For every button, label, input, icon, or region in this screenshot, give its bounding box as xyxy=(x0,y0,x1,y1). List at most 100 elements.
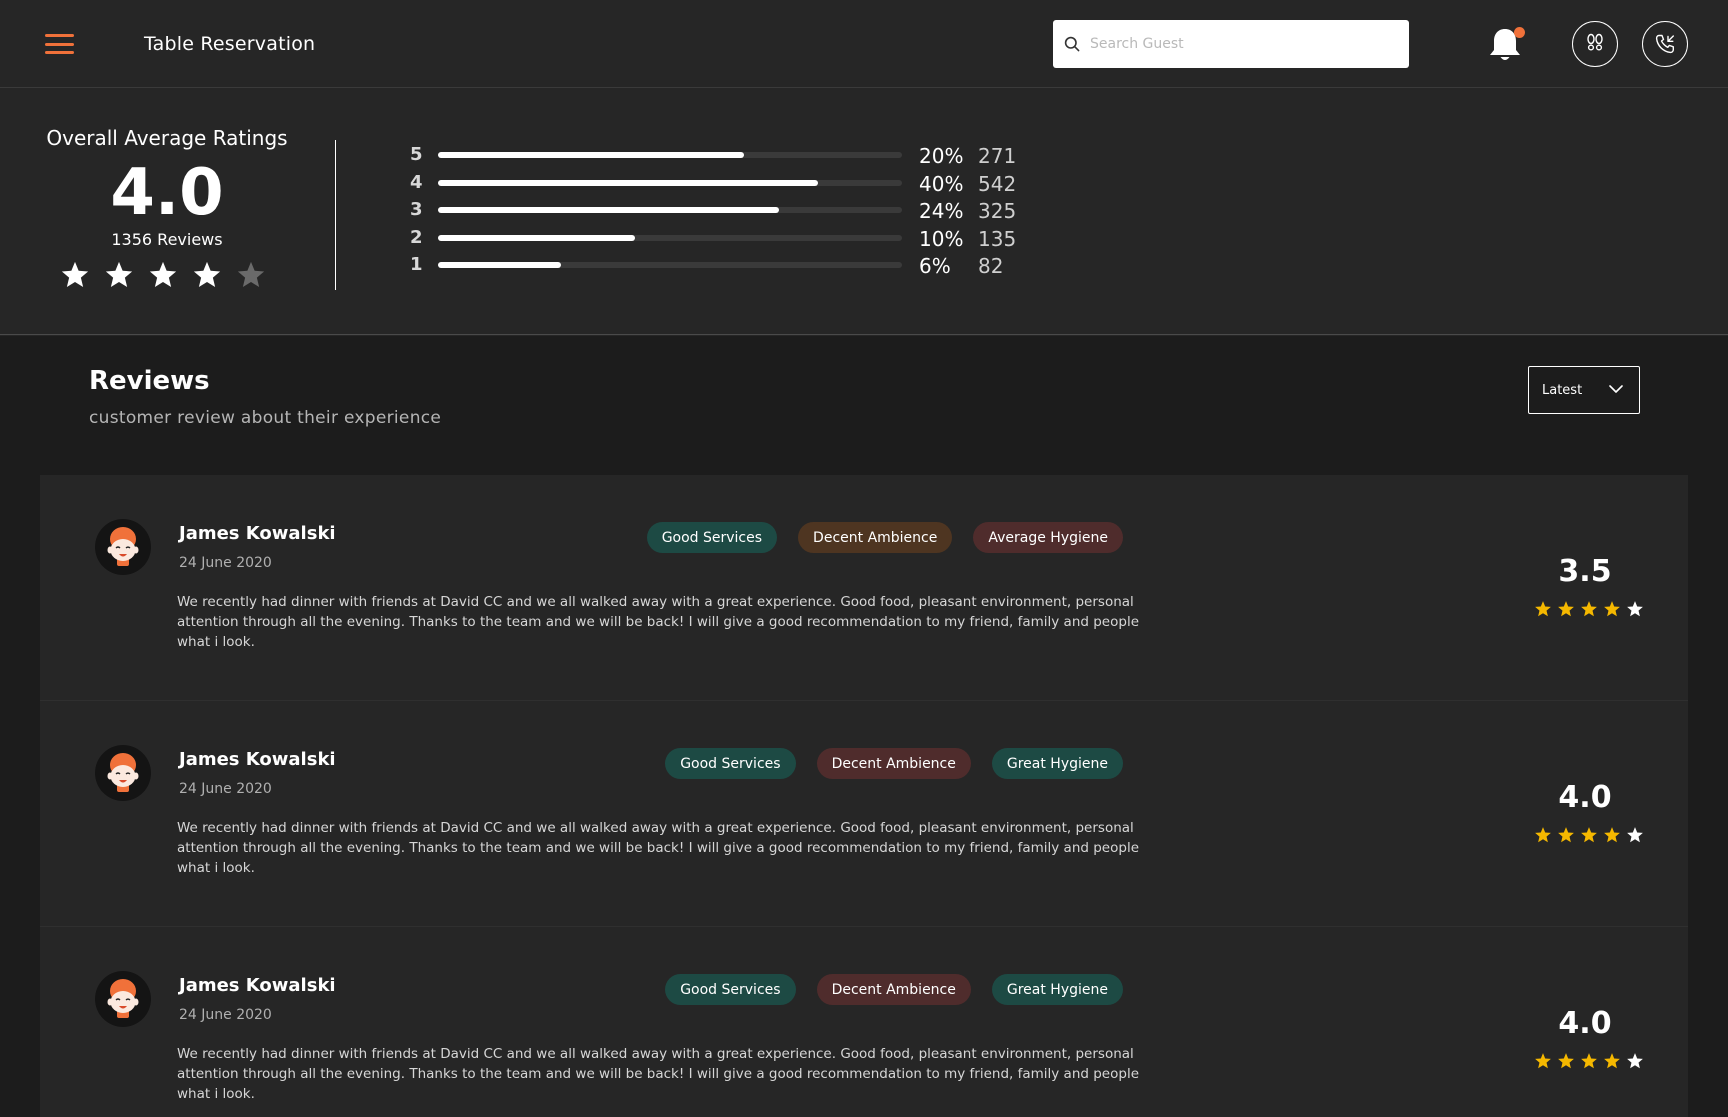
distribution-bar-track xyxy=(438,234,902,241)
overall-reviews-count: 1356 Reviews xyxy=(111,230,223,249)
star-icon xyxy=(1627,827,1643,843)
distribution-star-label: 5 xyxy=(410,144,423,165)
distribution-count: 542 xyxy=(978,171,1017,196)
review-text: We recently had dinner with friends at D… xyxy=(177,594,1140,650)
star-icon xyxy=(61,261,89,287)
review-tag: Good Services xyxy=(665,974,796,1005)
star-icon xyxy=(237,261,265,287)
review-score: 4.0 xyxy=(1558,1006,1612,1041)
overall-average-score: 4.0 xyxy=(110,156,224,230)
review-tag: Decent Ambience xyxy=(816,748,971,779)
overall-ratings-label: Overall Average Ratings xyxy=(46,126,288,150)
distribution-percent: 24% xyxy=(919,199,964,223)
distribution-bar-track xyxy=(438,179,902,186)
review-stars xyxy=(1534,1052,1644,1070)
reviewer-name: James Kowalski xyxy=(179,975,336,996)
review-tag: Average Hygiene xyxy=(973,522,1123,553)
distribution-bar-fill xyxy=(438,152,745,158)
review-date: 24 June 2020 xyxy=(179,555,272,571)
star-icon xyxy=(1627,601,1643,617)
star-icon xyxy=(1581,601,1597,617)
distribution-star-label: 3 xyxy=(410,199,423,220)
top-header: Table Reservation xyxy=(0,0,1728,88)
distribution-bar-fill xyxy=(438,234,636,241)
star-icon xyxy=(1604,1053,1620,1069)
distribution-bar-fill xyxy=(438,179,819,186)
star-icon xyxy=(1558,827,1574,843)
reviews-title: Reviews xyxy=(89,366,210,396)
phone-call-icon xyxy=(1655,34,1674,54)
sort-dropdown-label: Latest xyxy=(1542,382,1583,398)
star-icon xyxy=(1535,827,1551,843)
distribution-row: 2 10% 135 xyxy=(410,227,1050,251)
star-icon xyxy=(1581,827,1597,843)
avatar xyxy=(95,971,151,1027)
distribution-bar-track xyxy=(438,207,902,213)
star-icon xyxy=(1581,1053,1597,1069)
review-text: We recently had dinner with friends at D… xyxy=(177,820,1140,876)
distribution-bar-track xyxy=(438,262,902,268)
star-icon xyxy=(149,261,177,287)
distribution-percent: 40% xyxy=(919,171,964,196)
walk-in-button[interactable] xyxy=(1572,21,1618,67)
review-tag: Good Services xyxy=(646,522,778,553)
avatar-icon xyxy=(95,519,151,575)
review-tags: Good Services Decent Ambience Great Hygi… xyxy=(665,748,1123,779)
review-list: James Kowalski 24 June 2020 Good Service… xyxy=(40,475,1688,1117)
reviewer-name: James Kowalski xyxy=(179,749,336,770)
distribution-percent: 10% xyxy=(919,226,964,251)
star-icon xyxy=(1627,1053,1643,1069)
review-score: 4.0 xyxy=(1558,780,1612,815)
summary-divider xyxy=(335,140,336,290)
chevron-down-icon xyxy=(1609,385,1623,393)
notification-dot xyxy=(1514,27,1525,38)
page-title: Table Reservation xyxy=(144,33,316,55)
reviews-section: Reviews customer review about their expe… xyxy=(0,336,1728,1117)
reviewer-name: James Kowalski xyxy=(179,523,336,544)
star-icon xyxy=(193,261,221,287)
review-score: 3.5 xyxy=(1558,554,1612,589)
distribution-star-label: 2 xyxy=(410,226,423,248)
review-tag: Decent Ambience xyxy=(798,522,953,553)
star-icon xyxy=(1558,601,1574,617)
review-tag: Good Services xyxy=(665,748,796,779)
search-input[interactable] xyxy=(1090,36,1390,52)
distribution-bar-fill xyxy=(438,262,561,268)
call-button[interactable] xyxy=(1642,21,1688,67)
distribution-bar-fill xyxy=(438,207,780,213)
distribution-row: 3 24% 325 xyxy=(410,199,1050,223)
distribution-count: 82 xyxy=(978,254,1004,278)
distribution-bar-track xyxy=(438,152,902,158)
footprints-icon xyxy=(1587,33,1603,51)
distribution-row: 4 40% 542 xyxy=(410,172,1050,196)
review-card: James Kowalski 24 June 2020 Good Service… xyxy=(40,927,1688,1117)
star-icon xyxy=(1535,601,1551,617)
avatar-icon xyxy=(95,745,151,801)
avatar xyxy=(95,745,151,801)
distribution-percent: 20% xyxy=(919,144,964,168)
star-icon xyxy=(1535,1053,1551,1069)
distribution-percent: 6% xyxy=(919,254,951,278)
distribution-count: 271 xyxy=(978,144,1017,168)
review-tag: Great Hygiene xyxy=(991,974,1123,1005)
review-stars xyxy=(1534,826,1644,844)
review-date: 24 June 2020 xyxy=(179,781,272,797)
ratings-summary: Overall Average Ratings 4.0 1356 Reviews… xyxy=(0,88,1728,335)
review-stars xyxy=(1534,600,1644,618)
review-card: James Kowalski 24 June 2020 Good Service… xyxy=(40,701,1688,927)
review-date: 24 June 2020 xyxy=(179,1007,272,1023)
review-tag: Great Hygiene xyxy=(991,748,1123,779)
distribution-count: 135 xyxy=(978,226,1017,251)
distribution-star-label: 1 xyxy=(410,254,423,275)
review-card: James Kowalski 24 June 2020 Good Service… xyxy=(40,475,1688,701)
hamburger-menu-icon[interactable] xyxy=(45,34,74,54)
overall-stars xyxy=(60,260,266,290)
star-icon xyxy=(1604,827,1620,843)
distribution-row: 5 20% 271 xyxy=(410,144,1050,168)
review-tags: Good Services Decent Ambience Great Hygi… xyxy=(665,974,1123,1005)
search-box[interactable] xyxy=(1053,20,1409,68)
review-tag: Decent Ambience xyxy=(816,974,971,1005)
sort-dropdown[interactable]: Latest xyxy=(1528,366,1640,414)
reviews-subtitle: customer review about their experience xyxy=(89,408,442,428)
star-icon xyxy=(105,261,133,287)
